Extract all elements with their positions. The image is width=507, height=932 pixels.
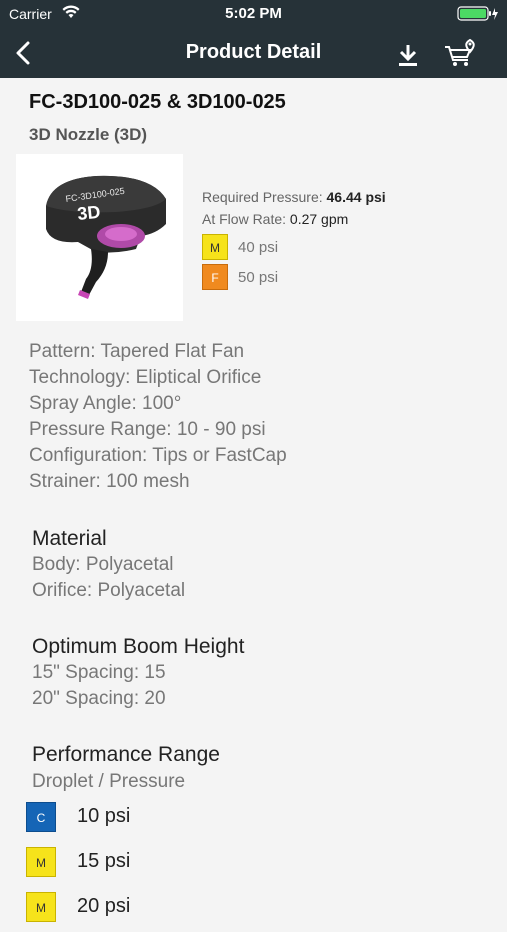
spec-technology: Technology: Eliptical Orifice [29, 367, 262, 388]
nozzle-image-brand: 3D [76, 202, 101, 224]
spec-list: Pattern: Tapered Flat Fan Technology: El… [29, 339, 287, 495]
performance-pressure: 10 psi [77, 805, 131, 827]
boom-height-heading: Optimum Boom Height [32, 635, 245, 658]
cart-location-button[interactable] [444, 38, 478, 75]
material-heading: Material [32, 527, 107, 550]
performance-subheading: Droplet / Pressure [32, 771, 186, 792]
spec-pattern: Pattern: Tapered Flat Fan [29, 341, 245, 362]
status-bar: Carrier 5:02 PM [0, 0, 507, 28]
performance-pressure: 20 psi [77, 895, 131, 917]
performance-row: C 10 psi [0, 802, 507, 842]
spec-strainer: Strainer: 100 mesh [29, 471, 190, 492]
flow-rate-label: At Flow Rate: [202, 211, 287, 227]
material-body: Body: Polyacetal [32, 554, 174, 575]
performance-pressure: 15 psi [77, 850, 131, 872]
boom-height-15: 15" Spacing: 15 [32, 662, 166, 683]
performance-row: M 15 psi [0, 847, 507, 887]
flow-rate-value: 0.27 gpm [289, 211, 349, 227]
droplet-badge-m: M [202, 234, 228, 260]
product-subtitle: 3D Nozzle (3D) [29, 125, 148, 144]
download-button[interactable] [396, 42, 420, 73]
flow-rate: At Flow Rate: 0.27 gpm [202, 211, 348, 227]
performance-heading: Performance Range [32, 743, 220, 766]
droplet-badge-m: M [26, 892, 56, 922]
required-pressure: Required Pressure: 46.44 psi [202, 189, 386, 205]
droplet-pressure-label: 40 psi [238, 239, 279, 256]
spec-configuration: Configuration: Tips or FastCap [29, 445, 287, 466]
required-pressure-value: 46.44 psi [326, 189, 386, 205]
cart-location-icon [445, 38, 475, 66]
material-lines: Body: Polyacetal Orifice: Polyacetal [32, 552, 185, 604]
material-orifice: Orifice: Polyacetal [32, 580, 186, 601]
battery-icon [457, 6, 499, 27]
product-title: FC-3D100-025 & 3D100-025 [29, 91, 286, 113]
boom-height-lines: 15" Spacing: 15 20" Spacing: 20 [32, 660, 166, 712]
download-icon [399, 45, 417, 66]
clock: 5:02 PM [225, 5, 282, 22]
droplet-badge-f: F [202, 264, 228, 290]
navigation-bar: Product Detail [0, 28, 507, 78]
performance-row: M 20 psi [0, 892, 507, 932]
droplet-badge-m: M [26, 847, 56, 877]
spec-pressure-range: Pressure Range: 10 - 90 psi [29, 419, 266, 440]
spec-spray-angle: Spray Angle: 100° [29, 393, 182, 414]
boom-height-20: 20" Spacing: 20 [32, 688, 166, 709]
page-title: Product Detail [185, 41, 322, 63]
droplet-badge-c: C [26, 802, 56, 832]
droplet-pressure-label: 50 psi [238, 269, 279, 286]
nozzle-image: FC-3D100-025 3D [16, 154, 183, 321]
required-pressure-label: Required Pressure: [202, 189, 323, 205]
